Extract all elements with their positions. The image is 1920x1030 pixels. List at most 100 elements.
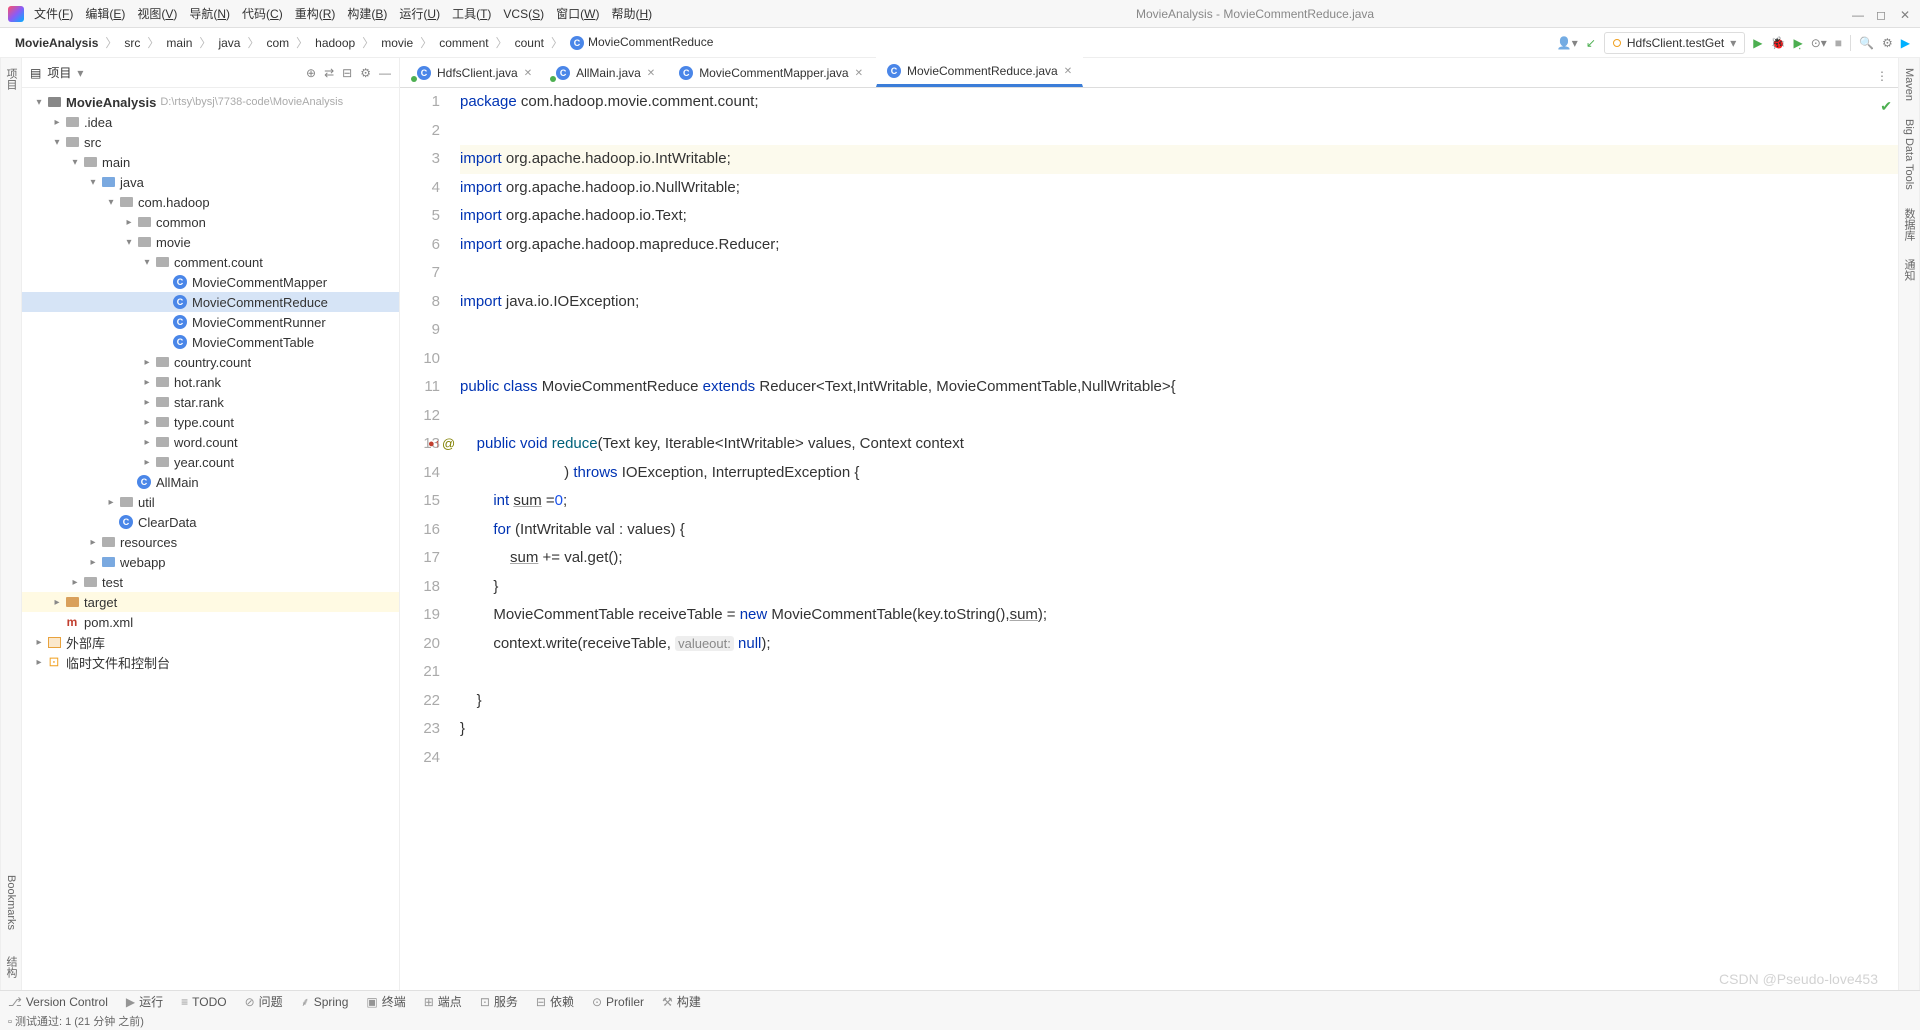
tree-node[interactable]: ▾src: [22, 132, 399, 152]
expand-arrow-icon[interactable]: ▸: [50, 117, 64, 128]
menu-item[interactable]: 编辑(E): [79, 5, 131, 23]
tabs-more-icon[interactable]: ⋮: [1872, 65, 1892, 87]
bottom-tool-button[interactable]: ⊟依赖: [536, 993, 574, 1010]
bottom-tool-button[interactable]: ⎇Version Control: [8, 995, 108, 1009]
settings-icon[interactable]: ⚙: [1882, 36, 1893, 50]
menu-item[interactable]: 代码(C): [236, 5, 289, 23]
bottom-tool-button[interactable]: ⸙Spring: [301, 993, 349, 1010]
close-tab-icon[interactable]: ✕: [524, 68, 532, 79]
run-config-selector[interactable]: HdfsClient.testGet ▾: [1604, 32, 1745, 54]
tree-node[interactable]: ▸word.count: [22, 432, 399, 452]
bottom-tool-button[interactable]: ⚒构建: [662, 993, 701, 1010]
bottom-tool-button[interactable]: ⊞端点: [424, 993, 462, 1010]
tree-node[interactable]: ▸target: [22, 592, 399, 612]
bottom-tool-button[interactable]: ⊘问题: [245, 993, 283, 1010]
menu-item[interactable]: 窗口(W): [550, 5, 605, 23]
close-tab-icon[interactable]: ✕: [1064, 66, 1072, 77]
tree-node[interactable]: ▸webapp: [22, 552, 399, 572]
expand-arrow-icon[interactable]: ▸: [140, 357, 154, 368]
project-tool-button[interactable]: 项目: [3, 64, 19, 94]
expand-arrow-icon[interactable]: ▾: [68, 157, 82, 168]
breadcrumb-item[interactable]: MovieAnalysis: [10, 33, 103, 53]
expand-arrow-icon[interactable]: ▸: [122, 217, 136, 228]
code-content[interactable]: package com.hadoop.movie.comment.count; …: [460, 88, 1898, 990]
override-up-icon[interactable]: ●↑: [428, 430, 440, 459]
debug-icon[interactable]: 🐞: [1771, 36, 1786, 50]
tree-node[interactable]: mpom.xml: [22, 612, 399, 632]
maven-tool-button[interactable]: Maven: [1903, 64, 1915, 105]
breadcrumb-item[interactable]: CMovieCommentReduce: [565, 32, 718, 53]
tree-node[interactable]: CMovieCommentRunner: [22, 312, 399, 332]
user-icon[interactable]: 👤▾: [1557, 36, 1578, 50]
tree-node[interactable]: ▾main: [22, 152, 399, 172]
expand-icon[interactable]: ⇄: [324, 66, 334, 80]
expand-arrow-icon[interactable]: ▸: [140, 397, 154, 408]
tree-node[interactable]: ▾MovieAnalysisD:\rtsy\bysj\7738-code\Mov…: [22, 92, 399, 112]
expand-arrow-icon[interactable]: ▸: [68, 577, 82, 588]
bigdata-tool-button[interactable]: Big Data Tools: [1903, 115, 1915, 194]
breadcrumb-item[interactable]: count: [510, 33, 549, 53]
tree-node[interactable]: ▸.idea: [22, 112, 399, 132]
menu-item[interactable]: 构建(B): [341, 5, 393, 23]
select-opened-icon[interactable]: ⊕: [306, 66, 316, 80]
expand-arrow-icon[interactable]: ▸: [140, 377, 154, 388]
tree-node[interactable]: ▸resources: [22, 532, 399, 552]
expand-arrow-icon[interactable]: ▸: [86, 557, 100, 568]
close-tab-icon[interactable]: ✕: [855, 68, 863, 79]
tree-node[interactable]: CMovieCommentMapper: [22, 272, 399, 292]
menu-item[interactable]: 工具(T): [446, 5, 497, 23]
tree-node[interactable]: CMovieCommentTable: [22, 332, 399, 352]
minimize-icon[interactable]: —: [1852, 8, 1864, 20]
hide-icon[interactable]: —: [379, 66, 391, 80]
breadcrumb-item[interactable]: hadoop: [310, 33, 360, 53]
run-icon[interactable]: ▶: [1753, 36, 1762, 50]
breadcrumb-item[interactable]: java: [213, 33, 245, 53]
tree-node[interactable]: ▸common: [22, 212, 399, 232]
bottom-tool-button[interactable]: ▣终端: [366, 993, 405, 1010]
expand-arrow-icon[interactable]: ▾: [122, 237, 136, 248]
project-tree[interactable]: ▾MovieAnalysisD:\rtsy\bysj\7738-code\Mov…: [22, 88, 399, 990]
tree-node[interactable]: CMovieCommentReduce: [22, 292, 399, 312]
tree-node[interactable]: ▸⊡临时文件和控制台: [22, 652, 399, 672]
bottom-tool-button[interactable]: ⊡服务: [480, 993, 518, 1010]
menu-item[interactable]: 导航(N): [183, 5, 236, 23]
tree-node[interactable]: ▾comment.count: [22, 252, 399, 272]
sidebar-title[interactable]: 项目: [47, 64, 71, 81]
bottom-tool-button[interactable]: ▶运行: [126, 993, 163, 1010]
close-icon[interactable]: ✕: [1900, 8, 1912, 20]
tree-node[interactable]: ▸hot.rank: [22, 372, 399, 392]
menu-item[interactable]: 文件(F): [28, 5, 79, 23]
notify-tool-button[interactable]: 通知: [1901, 255, 1917, 285]
expand-arrow-icon[interactable]: ▸: [140, 437, 154, 448]
chevron-down-icon[interactable]: ▾: [77, 66, 83, 80]
tree-node[interactable]: ▸外部库: [22, 632, 399, 652]
menu-item[interactable]: 运行(U): [393, 5, 446, 23]
menu-item[interactable]: 重构(R): [289, 5, 342, 23]
search-icon[interactable]: 🔍: [1859, 36, 1874, 50]
breadcrumb-item[interactable]: src: [119, 33, 145, 53]
menu-item[interactable]: 帮助(H): [605, 5, 658, 23]
tree-node[interactable]: CClearData: [22, 512, 399, 532]
expand-arrow-icon[interactable]: ▾: [104, 197, 118, 208]
tree-node[interactable]: ▸year.count: [22, 452, 399, 472]
close-tab-icon[interactable]: ✕: [647, 68, 655, 79]
breadcrumb-item[interactable]: main: [161, 33, 197, 53]
collapse-icon[interactable]: ⊟: [342, 66, 352, 80]
tree-node[interactable]: ▸star.rank: [22, 392, 399, 412]
structure-tool-button[interactable]: 结构: [3, 952, 19, 982]
tree-node[interactable]: ▸util: [22, 492, 399, 512]
coverage-icon[interactable]: ▶̣: [1793, 36, 1802, 50]
update-icon[interactable]: ↙: [1586, 36, 1596, 50]
expand-arrow-icon[interactable]: ▾: [140, 257, 154, 268]
expand-arrow-icon[interactable]: ▸: [140, 457, 154, 468]
breadcrumb-item[interactable]: movie: [376, 33, 418, 53]
tree-node[interactable]: CAllMain: [22, 472, 399, 492]
menu-item[interactable]: 视图(V): [131, 5, 183, 23]
expand-arrow-icon[interactable]: ▸: [104, 497, 118, 508]
expand-arrow-icon[interactable]: ▾: [86, 177, 100, 188]
editor-tab[interactable]: CAllMain.java✕: [545, 59, 666, 87]
bottom-tool-button[interactable]: ⊙Profiler: [592, 995, 644, 1009]
expand-arrow-icon[interactable]: ▸: [86, 537, 100, 548]
mirror-icon[interactable]: ▶: [1901, 36, 1910, 50]
profile-icon[interactable]: ⊙▾: [1811, 36, 1827, 50]
